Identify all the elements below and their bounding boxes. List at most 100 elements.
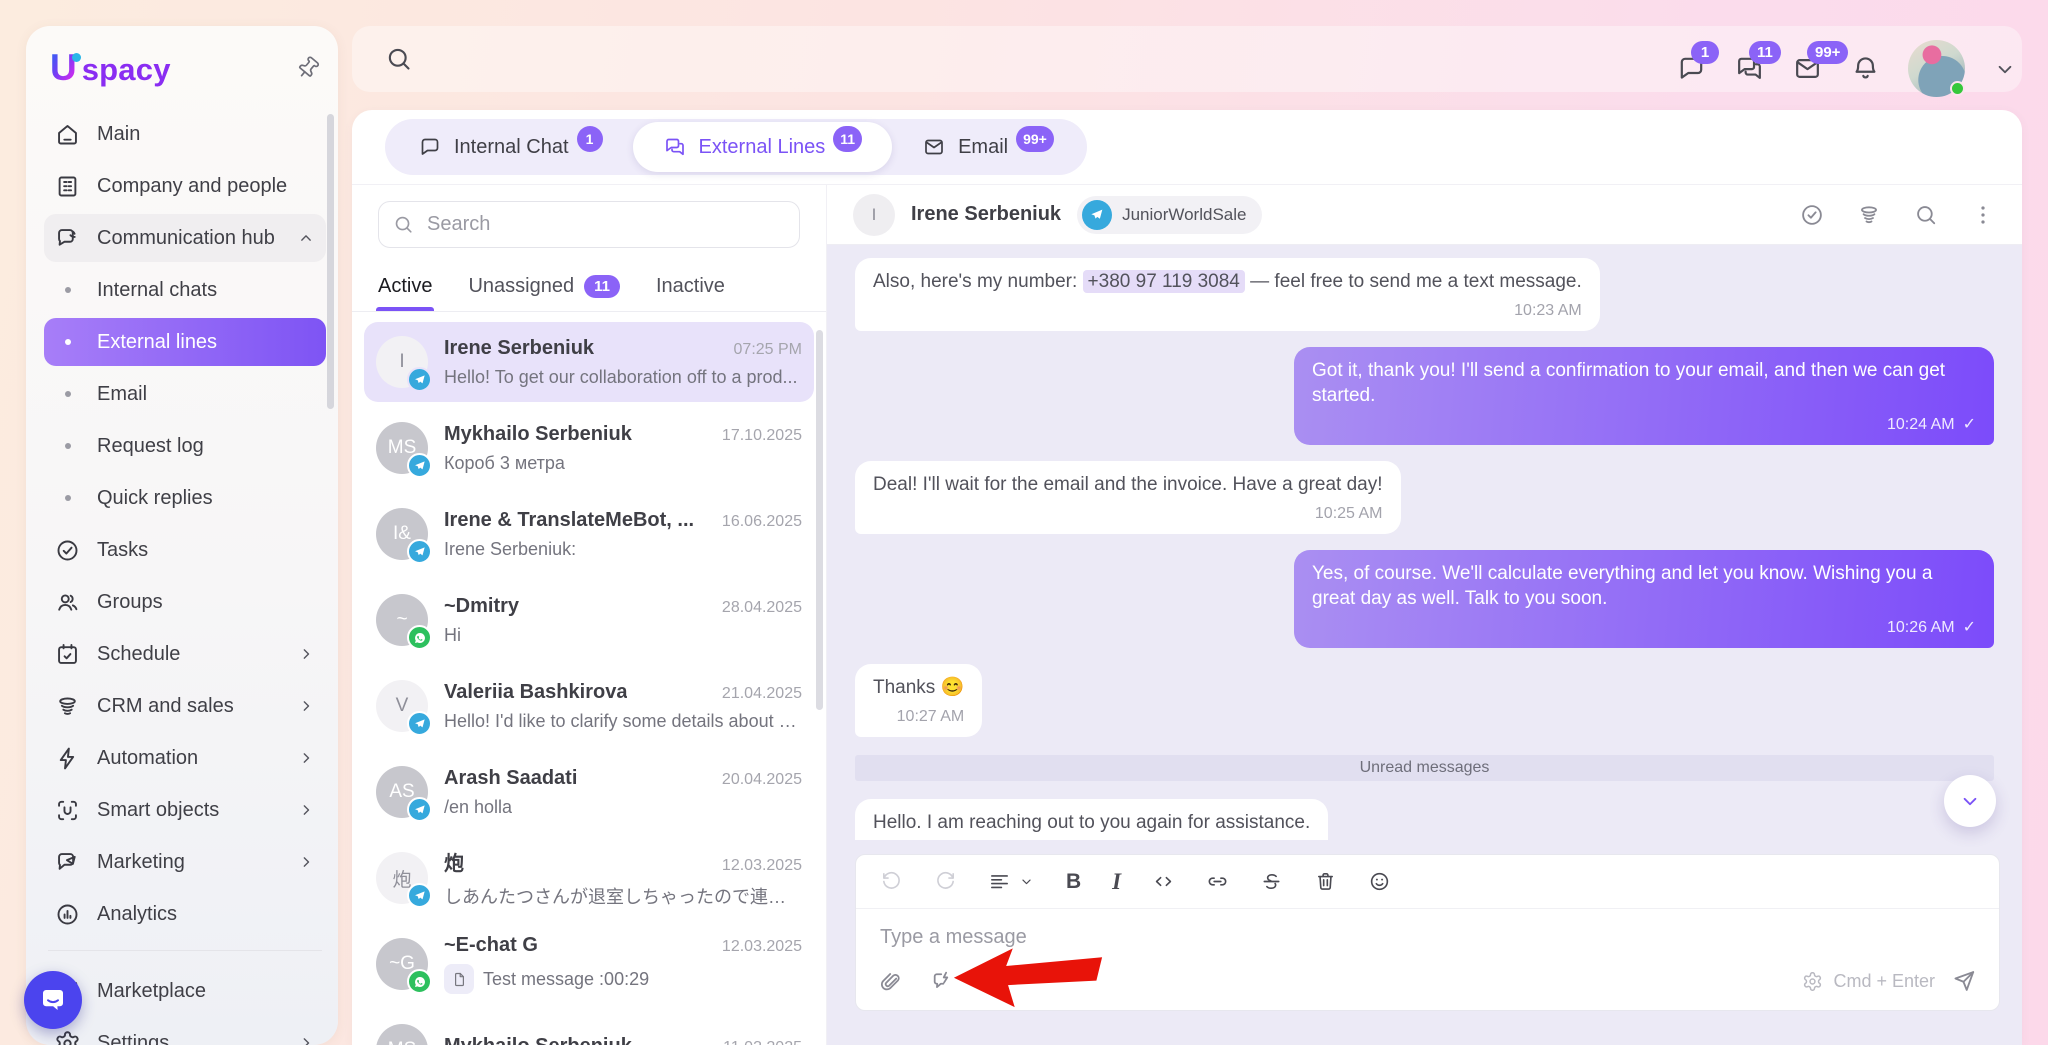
conversation-row[interactable]: IIrene Serbeniuk07:25 PMHello! To get ou… (364, 322, 814, 402)
tool-trash-button[interactable] (1314, 870, 1337, 893)
chat-panel: I Irene Serbeniuk JuniorWorldSale Also, … (827, 185, 2022, 1045)
tool-code-button[interactable] (1152, 870, 1175, 893)
trash-icon (1314, 870, 1337, 893)
pin-sidebar-button[interactable] (296, 56, 320, 80)
chat-icon (418, 135, 442, 159)
sidebar-item-main[interactable]: Main (44, 110, 326, 158)
telegram-icon (407, 883, 432, 908)
conversation-row[interactable]: ASArash Saadati20.04.2025/en holla (364, 752, 814, 832)
file-icon (451, 971, 468, 988)
channel-tag[interactable]: JuniorWorldSale (1077, 196, 1262, 234)
sidebar-item-company-and-people[interactable]: Company and people (44, 162, 326, 210)
schedule-icon (54, 641, 81, 668)
profile-menu-button[interactable] (1992, 56, 2018, 82)
global-search-button[interactable] (384, 44, 414, 74)
message-input[interactable] (880, 926, 1647, 949)
quick-reply-button[interactable] (930, 969, 955, 994)
conversation-row[interactable]: I&Irene & TranslateMeBot, ...16.06.2025I… (364, 494, 814, 574)
automation-icon (54, 745, 81, 772)
topbar-mail-button[interactable]: 99+ (1792, 53, 1823, 84)
conversation-row[interactable]: MSMykhailo Serbeniuk17.10.2025Короб 3 ме… (364, 408, 814, 488)
groups-icon (54, 589, 81, 616)
sidebar-item-marketplace[interactable]: Marketplace (44, 967, 326, 1015)
online-status-dot (1950, 81, 1965, 96)
send-shortcut-hint: Cmd + Enter (1802, 971, 1935, 992)
scroll-to-bottom-button[interactable] (1944, 775, 1996, 827)
tab-internal-chat[interactable]: Internal Chat1 (388, 122, 633, 172)
conversation-filters: Active Unassigned11 Inactive (352, 262, 826, 312)
read-check-icon: ✓ (1963, 619, 1976, 636)
topbar-bell-button[interactable] (1850, 53, 1881, 84)
message-list: Also, here's my number: +380 97 119 3084… (827, 245, 2022, 840)
notification-badge: 11 (1749, 41, 1781, 64)
sidebar-item-internal-chats[interactable]: Internal chats (44, 266, 326, 314)
sidebar-item-crm-and-sales[interactable]: CRM and sales (44, 682, 326, 730)
topbar-right-cluster: 11199+ (1676, 40, 2018, 97)
tool-italic-button[interactable]: I (1112, 870, 1121, 893)
tool-undo-button[interactable] (880, 870, 903, 893)
send-button[interactable] (1951, 968, 1977, 994)
tool-align-button[interactable] (988, 870, 1035, 893)
tool-bold-button[interactable]: B (1066, 870, 1081, 893)
user-avatar[interactable] (1908, 40, 1965, 97)
tool-strikethrough-button[interactable] (1260, 870, 1283, 893)
logo-dot-icon (72, 53, 81, 62)
support-chat-launcher[interactable] (24, 971, 82, 1029)
sidebar-item-email[interactable]: Email (44, 370, 326, 418)
tasks-icon (54, 537, 81, 564)
chat-header-filter-button[interactable] (1856, 202, 1882, 228)
chats-icon (663, 135, 687, 159)
search-icon (392, 213, 415, 236)
conversation-row[interactable]: ~G~E-chat G12.03.2025Test message :00:29 (364, 924, 814, 1004)
sidebar-item-external-lines[interactable]: External lines (44, 318, 326, 366)
sidebar-item-groups[interactable]: Groups (44, 578, 326, 626)
sidebar-item-request-log[interactable]: Request log (44, 422, 326, 470)
conversation-search-input[interactable] (378, 201, 800, 248)
sidebar-item-communication-hub[interactable]: Communication hub (44, 214, 326, 262)
conversation-row[interactable]: ~~Dmitry28.04.2025Hi (364, 580, 814, 660)
topbar-chat-button[interactable]: 1 (1676, 53, 1707, 84)
sidebar-item-quick-replies[interactable]: Quick replies (44, 474, 326, 522)
chat-header-kebab-button[interactable] (1970, 202, 1996, 228)
message-bubble-outgoing: Got it, thank you! I'll send a confirmat… (1294, 347, 1994, 445)
chat-header-check-circle-button[interactable] (1799, 202, 1825, 228)
paperclip-button[interactable] (878, 969, 903, 994)
tool-emoji-button[interactable] (1368, 870, 1391, 893)
list-scrollbar[interactable] (816, 330, 823, 710)
bullet-icon (65, 443, 71, 449)
conversation-row[interactable]: VValeriia Bashkirova21.04.2025Hello! I'd… (364, 666, 814, 746)
sidebar-item-analytics[interactable]: Analytics (44, 890, 326, 938)
sidebar-divider (48, 950, 322, 951)
chevron-up-icon (296, 228, 316, 248)
redo-icon (934, 870, 957, 893)
conversation-row[interactable]: 炮炮12.03.2025しあんたつさんが退室しちゃったので連絡が取... (364, 838, 814, 918)
emoji-icon (1368, 870, 1391, 893)
sidebar-scrollbar[interactable] (327, 114, 334, 409)
notification-badge: 1 (1691, 41, 1719, 64)
tool-redo-button[interactable] (934, 870, 957, 893)
chevron-right-icon (296, 748, 316, 768)
search-icon (384, 44, 414, 74)
chat-header-search-button[interactable] (1913, 202, 1939, 228)
uspacy-logo[interactable]: U spacy (50, 47, 171, 89)
filter-unassigned[interactable]: Unassigned11 (468, 262, 619, 311)
search-icon (392, 213, 415, 236)
sidebar-item-automation[interactable]: Automation (44, 734, 326, 782)
sidebar-item-settings[interactable]: Settings (44, 1019, 326, 1045)
sidebar-item-marketing[interactable]: Marketing (44, 838, 326, 886)
send-icon (1951, 968, 1977, 994)
topbar-chats-button[interactable]: 11 (1734, 53, 1765, 84)
conversation-avatar: 炮 (376, 852, 428, 904)
sidebar-item-smart-objects[interactable]: Smart objects (44, 786, 326, 834)
tab-email[interactable]: Email99+ (892, 122, 1084, 172)
main-content-card: Internal Chat1External Lines11Email99+ A… (352, 110, 2022, 1045)
tool-link-button[interactable] (1206, 870, 1229, 893)
sidebar-item-schedule[interactable]: Schedule (44, 630, 326, 678)
sidebar-item-tasks[interactable]: Tasks (44, 526, 326, 574)
filter-inactive[interactable]: Inactive (656, 262, 725, 311)
filter-active[interactable]: Active (378, 262, 432, 311)
conversation-row[interactable]: MSMykhailo Serbeniuk11.03.2025 (364, 1010, 814, 1045)
chat-header: I Irene Serbeniuk JuniorWorldSale (827, 185, 2022, 245)
tab-external-lines[interactable]: External Lines11 (633, 122, 893, 172)
gear-icon[interactable] (1802, 971, 1823, 992)
